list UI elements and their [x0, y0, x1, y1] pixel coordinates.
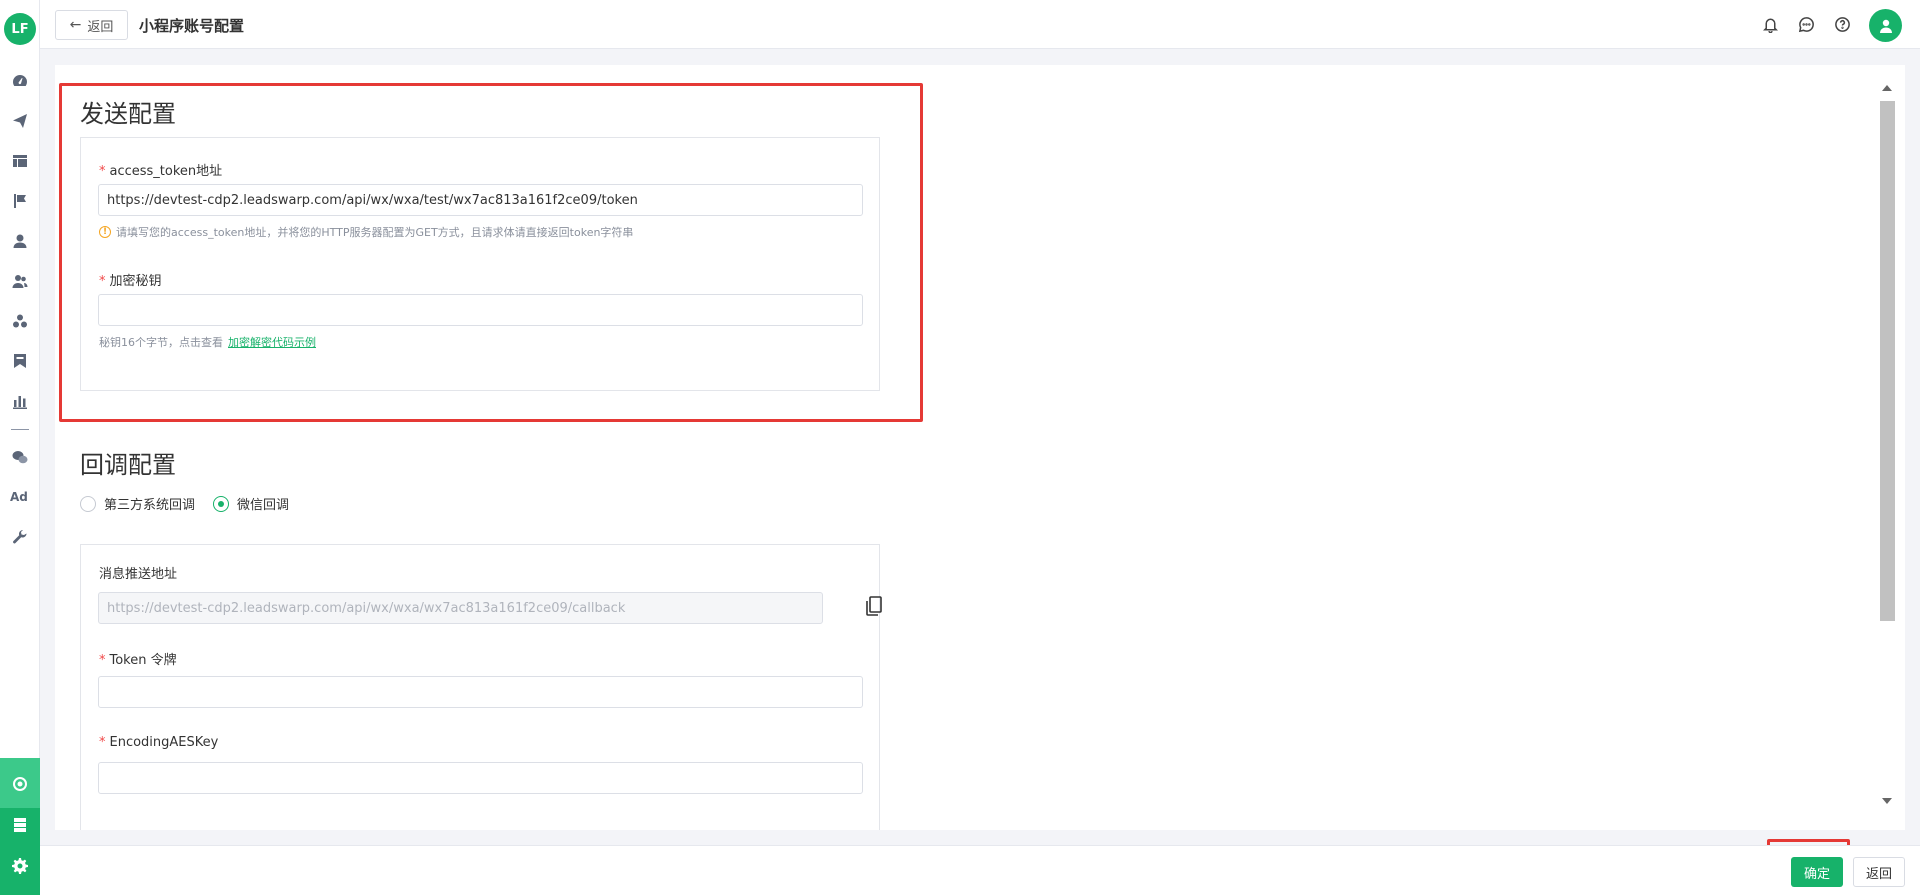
access-token-label: * access_token地址	[99, 164, 223, 179]
required-mark: *	[99, 274, 106, 289]
chat-icon[interactable]	[1797, 15, 1815, 33]
footer-back-button[interactable]: 返回	[1853, 857, 1905, 887]
settings-icon[interactable]	[11, 857, 29, 875]
hub-icon[interactable]	[11, 775, 29, 793]
footer-bar: 确定 返回	[40, 845, 1920, 895]
page-title: 小程序账号配置	[139, 17, 245, 35]
copy-icon[interactable]	[864, 595, 884, 617]
radio-dot	[80, 495, 96, 512]
bar-chart-icon[interactable]	[11, 392, 29, 410]
aes-key-label: * EncodingAESKey	[99, 735, 219, 750]
scroll-up-arrow[interactable]	[1882, 85, 1892, 91]
arrow-left-icon: ←	[69, 17, 82, 33]
confirm-button[interactable]: 确定	[1791, 857, 1843, 887]
back-label: 返回	[87, 19, 114, 35]
layout-icon[interactable]	[11, 152, 29, 170]
nav-divider	[11, 429, 29, 430]
access-token-hint: ! 请填写您的access_token地址，并将您的HTTP服务器配置为GET方…	[99, 224, 633, 240]
scroll-down-arrow[interactable]	[1882, 798, 1892, 804]
wechat-icon[interactable]	[11, 448, 29, 466]
dashboard-icon[interactable]	[11, 72, 29, 90]
user-icon[interactable]	[11, 232, 29, 250]
server-icon[interactable]	[11, 816, 29, 834]
required-mark: *	[99, 164, 106, 179]
encrypt-example-link[interactable]: 加密解密代码示例	[228, 334, 316, 350]
top-header: ← 返回 小程序账号配置	[40, 0, 1920, 49]
radio-dot	[213, 495, 230, 512]
scroll-thumb[interactable]	[1880, 101, 1895, 621]
user-avatar[interactable]	[1869, 9, 1902, 42]
flag-icon[interactable]	[11, 192, 29, 210]
send-icon[interactable]	[11, 112, 29, 130]
callback-config-title: 回调配置	[80, 451, 176, 479]
access-token-input[interactable]: https://devtest-cdp2.leadswarp.com/api/w…	[98, 184, 863, 216]
push-url-input[interactable]: https://devtest-cdp2.leadswarp.com/api/w…	[98, 592, 823, 624]
bell-icon[interactable]	[1761, 15, 1779, 33]
sidebar-bottom-panel	[0, 758, 40, 895]
radio-wechat[interactable]: 微信回调	[213, 494, 289, 513]
warning-icon: !	[99, 226, 111, 238]
help-icon[interactable]	[1833, 15, 1851, 33]
secret-key-input[interactable]	[98, 294, 863, 326]
secret-key-label: * 加密秘钥	[99, 274, 162, 289]
radio-third-party[interactable]: 第三方系统回调	[80, 494, 195, 513]
required-mark: *	[99, 735, 106, 750]
app-logo[interactable]: LF	[4, 13, 36, 45]
group-icon[interactable]	[11, 312, 29, 330]
bookmark-icon[interactable]	[11, 352, 29, 370]
push-url-label: 消息推送地址	[99, 567, 178, 582]
required-mark: *	[99, 653, 106, 668]
token-label: * Token 令牌	[99, 653, 177, 668]
secret-key-hint: 秘钥16个字节，点击查看 加密解密代码示例	[99, 334, 316, 350]
send-config-title: 发送配置	[80, 100, 176, 128]
left-sidebar: LF Ad	[0, 0, 40, 895]
ad-icon[interactable]: Ad	[10, 490, 28, 504]
aes-key-input[interactable]	[98, 762, 863, 794]
main-content: 发送配置 * access_token地址 https://devtest-cdp…	[55, 65, 1905, 830]
callback-config-box: 消息推送地址 https://devtest-cdp2.leadswarp.co…	[80, 544, 882, 830]
token-input[interactable]	[98, 676, 863, 708]
content-scrollbar[interactable]	[1879, 77, 1895, 812]
send-config-box: * access_token地址 https://devtest-cdp2.lea…	[80, 137, 880, 391]
wrench-icon[interactable]	[11, 528, 29, 546]
users-icon[interactable]	[11, 272, 29, 290]
callback-type-radio-group: 第三方系统回调 微信回调	[80, 494, 289, 513]
header-back-button[interactable]: ← 返回	[55, 10, 128, 40]
